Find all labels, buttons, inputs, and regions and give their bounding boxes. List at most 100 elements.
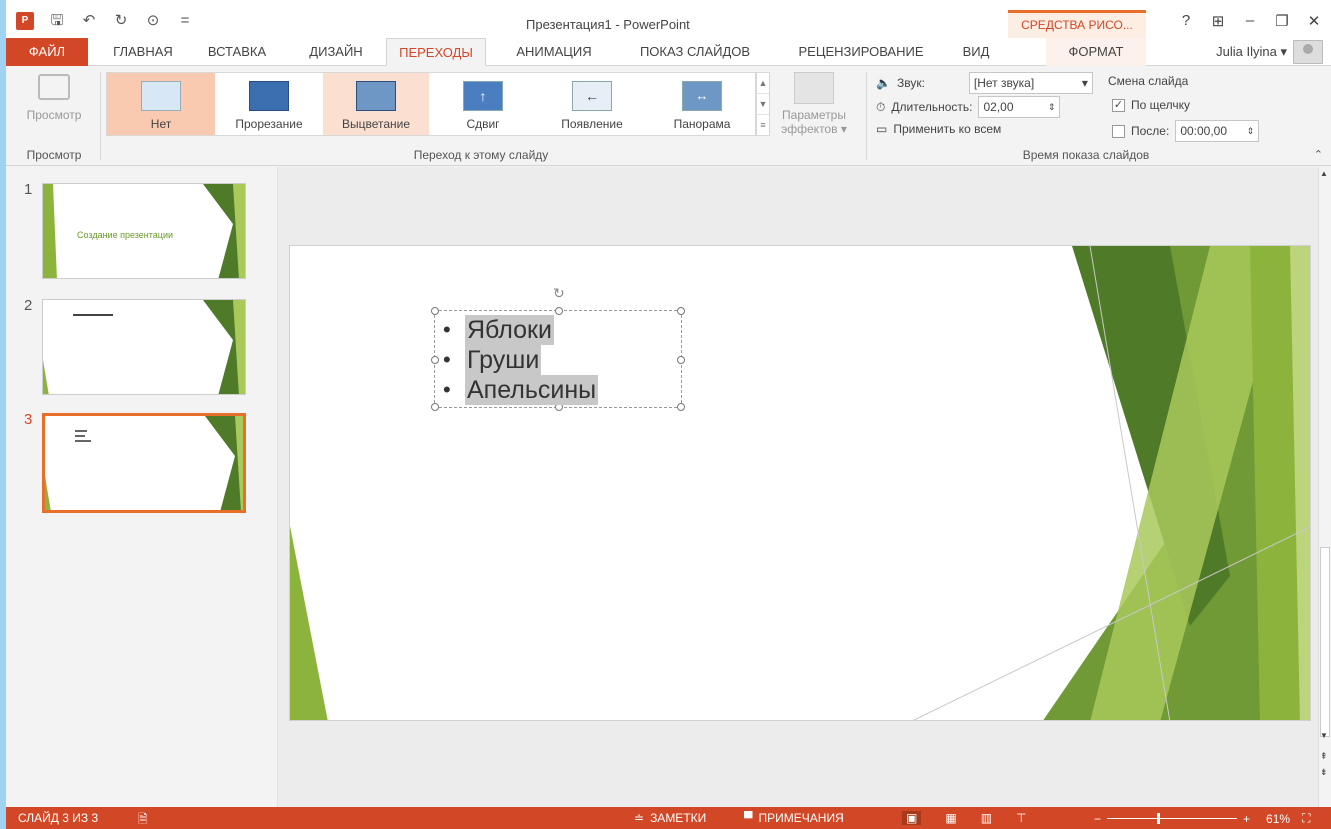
close-icon[interactable]: ✕ [1307, 12, 1321, 30]
transition-label: Прорезание [235, 117, 303, 131]
notes-label: ЗАМЕТКИ [650, 811, 707, 825]
slide-thumbnail-2[interactable] [42, 299, 246, 395]
slideshow-view-icon[interactable]: ⊤ [1016, 811, 1026, 825]
minimize-icon[interactable]: – [1243, 12, 1257, 30]
spinner-icon[interactable]: ⇕ [1048, 97, 1056, 117]
scroll-thumb[interactable] [1320, 547, 1330, 737]
gallery-down-icon[interactable]: ▼ [757, 94, 769, 115]
undo-icon[interactable]: ↶ [80, 12, 98, 30]
zoom-slider[interactable] [1107, 813, 1238, 824]
notes-button[interactable]: ≐ ЗАМЕТКИ [634, 811, 706, 825]
zoom-level[interactable]: 61% [1266, 812, 1290, 826]
tab-design[interactable]: ДИЗАЙН [296, 38, 376, 66]
save-icon[interactable]: 🖫 [48, 12, 66, 30]
help-icon[interactable]: ? [1179, 12, 1193, 30]
duration-label: Длительность: [891, 100, 973, 114]
bullet-item[interactable]: Апельсины [443, 375, 599, 405]
fit-slide-icon[interactable]: ⛶ [1302, 811, 1310, 826]
ribbon-display-icon[interactable]: ⊞ [1211, 12, 1225, 30]
reading-view-icon[interactable]: ▥ [981, 811, 992, 825]
reveal-arrow-left-icon: ← [572, 81, 612, 111]
slide-number: 2 [24, 297, 33, 314]
slide-counter: СЛАЙД 3 ИЗ 3 [18, 811, 99, 825]
zoom-thumb[interactable] [1157, 813, 1161, 824]
tab-home[interactable]: ГЛАВНАЯ [102, 38, 184, 66]
tab-view[interactable]: ВИД [950, 38, 1002, 66]
normal-view-icon[interactable]: ▣ [902, 811, 922, 825]
zoom-control[interactable]: − + 61% ⛶ [1094, 811, 1310, 826]
after-input[interactable]: 00:00,00 ⇕ [1175, 120, 1260, 142]
current-slide[interactable]: ↻ Яблоки Груши Апельсины [289, 245, 1311, 721]
user-name[interactable]: Julia Ilyina ▾ [1216, 44, 1287, 60]
slide-thumbnail-3[interactable] [42, 413, 246, 513]
zoom-out-icon[interactable]: − [1094, 812, 1101, 826]
preview-button[interactable]: Просмотр [14, 72, 94, 122]
bullet-item[interactable]: Груши [443, 345, 598, 375]
slide-thumbnail-1[interactable]: Создание презентации [42, 183, 246, 279]
resize-handle[interactable] [677, 403, 685, 411]
tab-review[interactable]: РЕЦЕНЗИРОВАНИЕ [782, 38, 940, 66]
tab-file[interactable]: ФАЙЛ [6, 38, 88, 66]
customize-qat-icon[interactable]: = [176, 12, 194, 30]
preview-icon [38, 74, 70, 100]
tab-slideshow[interactable]: ПОКАЗ СЛАЙДОВ [620, 38, 770, 66]
bullet-text[interactable]: Яблоки [465, 315, 554, 345]
slideshow-icon[interactable]: ⊙ [144, 12, 162, 30]
apply-all-button[interactable]: ▭ Применить ко всем [876, 122, 1001, 136]
resize-handle[interactable] [431, 403, 439, 411]
effect-options-icon [794, 72, 834, 104]
gallery-more-icon[interactable]: ≡ [757, 115, 769, 136]
scroll-up-icon[interactable]: ▲ [1320, 169, 1328, 178]
transition-push[interactable]: ↑ Сдвиг [431, 73, 535, 135]
user-account[interactable]: Julia Ilyina ▾ [1216, 40, 1323, 64]
comments-button[interactable]: ▀ ПРИМЕЧАНИЯ [744, 811, 844, 825]
on-click-checkbox-row[interactable]: ✓ По щелчку [1112, 98, 1190, 112]
avatar[interactable] [1293, 40, 1323, 64]
zoom-in-icon[interactable]: + [1243, 812, 1250, 826]
resize-handle[interactable] [431, 307, 439, 315]
resize-handle[interactable] [677, 307, 685, 315]
rotate-handle-icon[interactable]: ↻ [553, 285, 565, 302]
gallery-scroll[interactable]: ▲ ▼ ≡ [756, 72, 770, 136]
spellcheck-icon[interactable]: 🗎 [138, 810, 148, 829]
next-slide-icon[interactable]: ⇟ [1320, 767, 1328, 778]
after-row: После: 00:00,00 ⇕ [1112, 120, 1260, 142]
collapse-ribbon-icon[interactable]: ⌃ [1314, 148, 1323, 161]
resize-handle[interactable] [555, 307, 563, 315]
tab-animation[interactable]: АНИМАЦИЯ [500, 38, 608, 66]
quick-access-toolbar: P 🖫 ↶ ↻ ⊙ = [16, 12, 194, 30]
effect-options-button[interactable]: Параметры эффектов ▾ [772, 72, 856, 136]
on-click-checkbox[interactable]: ✓ [1112, 98, 1125, 112]
transition-label: Панорама [673, 117, 731, 131]
bullet-text[interactable]: Груши [465, 345, 542, 375]
bullet-text[interactable]: Апельсины [465, 375, 599, 405]
tab-transitions[interactable]: ПЕРЕХОДЫ [386, 38, 486, 66]
after-checkbox[interactable] [1112, 124, 1125, 138]
transition-pan[interactable]: ↔ Панорама [649, 73, 755, 135]
transition-cut[interactable]: Прорезание [217, 73, 321, 135]
resize-handle[interactable] [431, 356, 439, 364]
comments-icon: ▀ [744, 811, 753, 825]
slide-sorter-icon[interactable]: ▦ [945, 811, 956, 825]
sound-dropdown[interactable]: [Нет звука] ▾ [968, 72, 1093, 94]
effect-options-label-2: эффектов ▾ [781, 122, 847, 136]
vertical-scrollbar[interactable]: ▲ ▼ ⇞ ⇟ [1318, 167, 1331, 807]
duration-input[interactable]: 02,00 ⇕ [978, 96, 1061, 118]
resize-handle[interactable] [677, 356, 685, 364]
redo-icon[interactable]: ↻ [112, 12, 130, 30]
spinner-icon[interactable]: ⇕ [1247, 121, 1255, 141]
advance-header: Смена слайда [1108, 74, 1188, 88]
scroll-down-icon[interactable]: ▼ [1320, 731, 1328, 740]
bullet-text-box[interactable]: ↻ Яблоки Груши Апельсины [431, 285, 685, 411]
restore-icon[interactable]: ❐ [1275, 12, 1289, 30]
prev-slide-icon[interactable]: ⇞ [1320, 751, 1328, 762]
tab-insert[interactable]: ВСТАВКА [196, 38, 278, 66]
tab-format[interactable]: ФОРМАТ [1046, 38, 1146, 66]
transition-reveal[interactable]: ← Появление [537, 73, 647, 135]
transition-fade[interactable]: Выцветание [323, 73, 429, 135]
bullet-item[interactable]: Яблоки [443, 315, 598, 345]
apply-all-label: Применить ко всем [893, 122, 1002, 136]
transition-none[interactable]: Нет [107, 73, 215, 135]
after-label: После: [1131, 124, 1170, 138]
gallery-up-icon[interactable]: ▲ [757, 73, 769, 94]
